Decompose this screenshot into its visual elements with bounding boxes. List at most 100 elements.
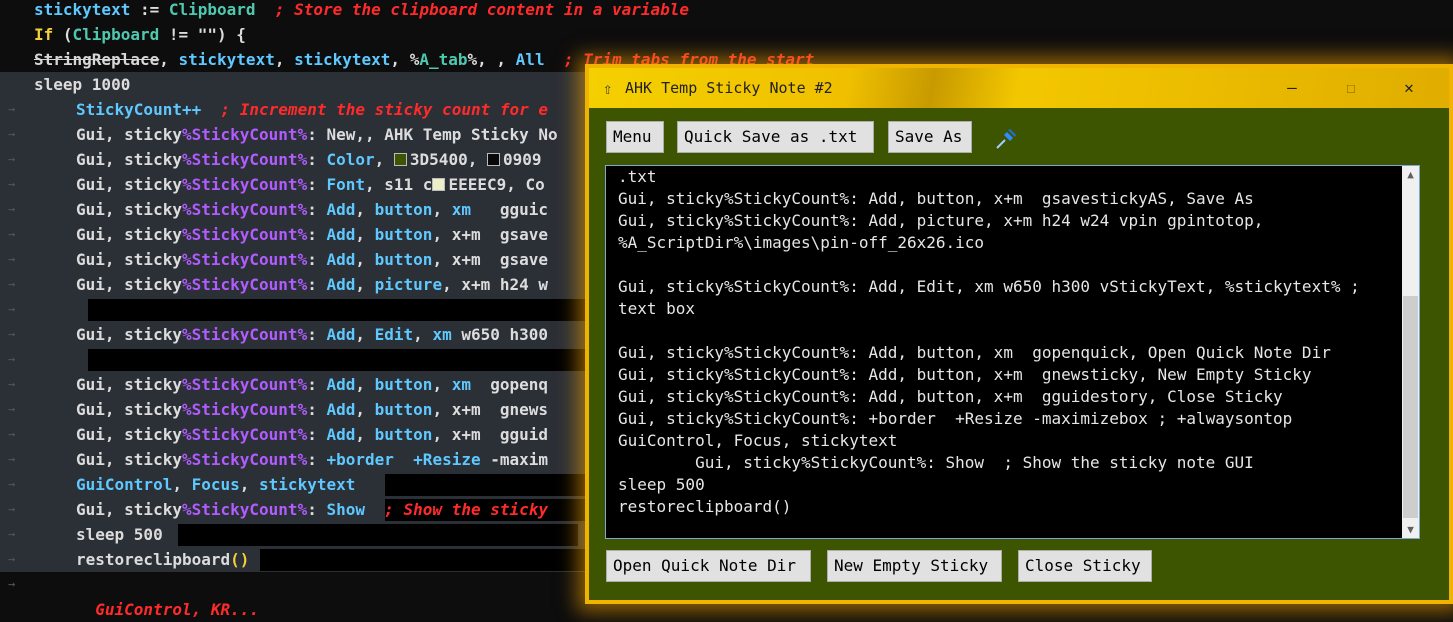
- code-line: Gui, sticky%StickyCount%: Color, 3D5400,…: [76, 147, 542, 172]
- code-token: Gui, sticky: [76, 150, 182, 169]
- code-line: Gui, sticky%StickyCount%: Add, picture, …: [76, 272, 548, 297]
- sticky-text-line: Gui, sticky%StickyCount%: Add, button, x…: [618, 343, 1331, 362]
- code-token: Gui, sticky: [76, 175, 182, 194]
- close-sticky-button[interactable]: Close Sticky: [1018, 550, 1152, 582]
- sticky-text-line: Gui, sticky%StickyCount%: Add, button, x…: [618, 365, 1312, 384]
- code-token: :: [307, 150, 327, 169]
- code-token: :: [307, 175, 327, 194]
- sticky-text-content: .txt Gui, sticky%StickyCount%: Add, butto…: [618, 166, 1398, 518]
- code-token: ,: [172, 475, 192, 494]
- new-empty-sticky-button[interactable]: New Empty Sticky: [827, 550, 1002, 582]
- code-token: Add: [326, 375, 356, 394]
- code-token: 3D5400,: [409, 150, 487, 169]
- code-token: %: [409, 50, 420, 69]
- code-token: button: [374, 225, 433, 244]
- tab-arrow-icon: →: [8, 327, 16, 341]
- scrollbar[interactable]: ▲ ▼: [1402, 166, 1419, 538]
- code-token: Color: [326, 150, 375, 169]
- minimize-button[interactable]: —: [1278, 76, 1306, 100]
- sticky-text-line: %A_ScriptDir%\images\pin-off_26x26.ico: [618, 233, 985, 252]
- code-token: Clipboard: [72, 25, 160, 44]
- code-token: ,: [239, 475, 260, 494]
- code-token: Gui, sticky: [76, 425, 182, 444]
- code-token: Add: [326, 400, 356, 419]
- code-token: , x+m gsave: [432, 250, 549, 269]
- code-line: sleep 1000: [34, 72, 130, 97]
- tab-arrow-icon: →: [8, 177, 16, 191]
- sticky-text-line: Gui, sticky%StickyCount%: Add, Edit, xm …: [618, 277, 1360, 296]
- code-token: ,: [374, 150, 394, 169]
- code-line: Gui, sticky%StickyCount%: Add, button, x…: [76, 397, 548, 422]
- code-line: Gui, sticky%StickyCount%: Show ; Show th…: [76, 497, 548, 522]
- quick-save-button[interactable]: Quick Save as .txt: [677, 121, 874, 153]
- sticky-text-line: GuiControl, Focus, stickytext: [618, 431, 898, 450]
- code-token: Add: [326, 425, 356, 444]
- tab-arrow-icon: →: [8, 352, 16, 366]
- code-token: sleep 1000: [34, 75, 131, 94]
- code-line: If (Clipboard != "") {: [34, 22, 246, 47]
- code-token: Edit: [374, 325, 414, 344]
- sticky-text-line: [618, 254, 1398, 276]
- code-token: restoreclipboard: [76, 550, 231, 569]
- code-line: Gui, sticky%StickyCount%: Add, button, x…: [76, 197, 548, 222]
- code-token: :=: [130, 0, 169, 19]
- tab-arrow-icon: →: [8, 552, 16, 566]
- code-token: ,: [355, 400, 375, 419]
- code-token: gopenq: [470, 375, 549, 394]
- code-token: Gui, sticky: [76, 200, 182, 219]
- sticky-text-line: sleep 500: [618, 475, 705, 494]
- pin-icon[interactable]: [993, 126, 1019, 152]
- code-line: Gui, sticky%StickyCount%: Font, s11 c EEE…: [76, 172, 545, 197]
- code-line: Gui, sticky%StickyCount%: Add, button, x…: [76, 372, 548, 397]
- code-token: ; Show the sticky: [384, 500, 549, 519]
- code-token: xm: [432, 325, 452, 344]
- code-token: Gui, sticky: [76, 500, 182, 519]
- code-token: , x+m gsave: [432, 225, 549, 244]
- code-token: stickytext: [178, 50, 275, 69]
- tab-arrow-icon: →: [8, 127, 16, 141]
- code-token: button: [374, 375, 433, 394]
- close-window-button[interactable]: ✕: [1395, 76, 1423, 100]
- code-token: (): [230, 550, 250, 569]
- code-token: :: [307, 200, 327, 219]
- sticky-text-box[interactable]: .txt Gui, sticky%StickyCount%: Add, butto…: [605, 165, 1420, 539]
- code-token: Add: [326, 250, 356, 269]
- tab-arrow-icon: →: [8, 302, 16, 316]
- scroll-up-icon[interactable]: ▲: [1402, 166, 1419, 183]
- code-token: GuiControl, KR...: [76, 600, 260, 619]
- code-line: Gui, sticky%StickyCount%: New,, AHK Temp…: [76, 122, 558, 147]
- maximize-button[interactable]: ☐: [1337, 76, 1365, 100]
- code-token: %StickyCount%: [181, 175, 308, 194]
- code-token: ; Store the clipboard content in a varia…: [274, 0, 690, 19]
- color-swatch: [432, 178, 446, 191]
- title-bar[interactable]: ⇧ AHK Temp Sticky Note #2 — ☐ ✕: [589, 68, 1449, 108]
- scroll-down-icon[interactable]: ▼: [1402, 521, 1419, 538]
- selection-gap: [385, 474, 585, 496]
- tab-arrow-icon: →: [8, 527, 16, 541]
- code-line: StickyCount++ ; Increment the sticky cou…: [76, 97, 548, 122]
- code-token: Gui, sticky: [76, 450, 182, 469]
- code-token: :: [307, 250, 327, 269]
- code-token: 0909: [502, 150, 542, 169]
- tab-arrow-icon: →: [8, 277, 16, 291]
- tab-arrow-icon: →: [8, 477, 16, 491]
- code-token: : New,, AHK Temp Sticky No: [307, 125, 558, 144]
- code-token: Gui, sticky: [76, 125, 182, 144]
- tab-arrow-icon: →: [8, 402, 16, 416]
- sticky-note-window: ⇧ AHK Temp Sticky Note #2 — ☐ ✕ Menu Qui…: [585, 64, 1453, 604]
- scrollbar-thumb[interactable]: [1403, 296, 1418, 518]
- code-token: %, ,: [467, 50, 516, 69]
- save-as-button[interactable]: Save As: [888, 121, 972, 153]
- code-token: , x+m h24 w: [442, 275, 549, 294]
- code-line: stickytext := Clipboard ; Store the clip…: [34, 0, 689, 22]
- code-token: %StickyCount%: [181, 375, 308, 394]
- open-quick-note-dir-button[interactable]: Open Quick Note Dir: [606, 550, 811, 582]
- menu-button[interactable]: Menu: [606, 121, 664, 153]
- selection-gap: [88, 349, 598, 371]
- code-token: EEEEC9, Co: [448, 175, 545, 194]
- code-token: gguic: [470, 200, 549, 219]
